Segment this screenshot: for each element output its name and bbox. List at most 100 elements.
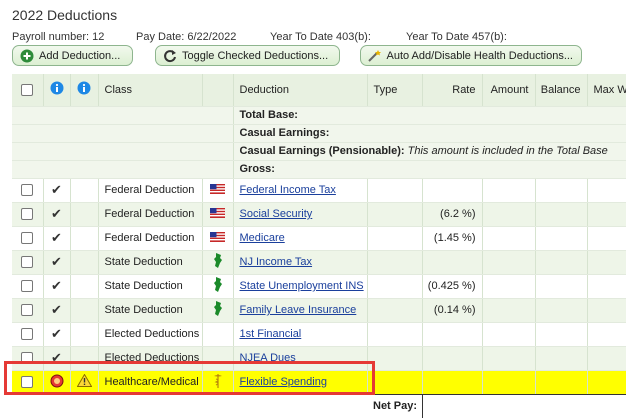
row-checkbox[interactable] (21, 280, 34, 293)
toggle-checked-label: Toggle Checked Deductions... (182, 49, 329, 62)
nj-state-icon (213, 253, 223, 271)
deduction-link[interactable]: Social Security (240, 208, 313, 220)
row-class: Federal Deduction (98, 226, 203, 251)
table-row[interactable]: ✔ Federal Deduction Federal Income Tax (12, 178, 626, 203)
deduction-link[interactable]: 1st Financial (240, 328, 302, 340)
info-icon[interactable] (70, 74, 99, 107)
table-row[interactable]: ✔ Federal Deduction Social Security (6.2… (12, 202, 626, 227)
row-checkbox[interactable] (21, 232, 34, 245)
auto-add-health-button[interactable]: Auto Add/Disable Health Deductions... (360, 45, 582, 66)
caduceus-icon (213, 374, 223, 391)
column-header-max[interactable]: Max W (587, 74, 626, 107)
pay-date-value: 6/22/2022 (187, 31, 237, 43)
us-flag-icon (210, 183, 225, 197)
nj-state-icon (213, 277, 223, 295)
toggle-checked-button[interactable]: Toggle Checked Deductions... (155, 45, 340, 66)
total-base-label: Total Base: (233, 106, 626, 125)
row-class: Healthcare/Medical (98, 370, 203, 395)
deduction-link[interactable]: Medicare (240, 232, 285, 244)
column-header-amount[interactable]: Amount (482, 74, 536, 107)
payroll-number-value: 12 (92, 31, 105, 43)
row-rate (422, 250, 483, 275)
row-rate: (6.2 %) (422, 202, 483, 227)
summary-row-casual-pension: Casual Earnings (Pensionable): This amou… (12, 142, 626, 161)
net-pay-label: Net Pay: (367, 394, 423, 418)
casual-pension-note: This amount is included in the Total Bas… (407, 145, 608, 157)
ytd-457b-label: Year To Date 457(b): (406, 31, 507, 43)
column-header-balance[interactable]: Balance (535, 74, 588, 107)
deduction-link[interactable]: NJ Income Tax (240, 256, 313, 268)
table-row[interactable]: ✔ State Deduction Family Leave Insurance… (12, 298, 626, 323)
row-checkbox[interactable] (21, 304, 34, 317)
us-flag-icon (210, 207, 225, 221)
row-checkbox[interactable] (21, 256, 34, 269)
nj-state-icon (213, 301, 223, 319)
row-class: Federal Deduction (98, 178, 203, 203)
summary-row-gross: Gross: (12, 160, 626, 179)
enabled-check-icon: ✔ (51, 326, 62, 341)
column-header-deduction[interactable]: Deduction (233, 74, 368, 107)
us-flag-icon (210, 231, 225, 245)
row-checkbox[interactable] (21, 352, 34, 365)
add-deduction-label: Add Deduction... (39, 49, 121, 62)
row-rate (422, 322, 483, 347)
enabled-check-icon: ✔ (51, 350, 62, 365)
table-row[interactable]: ✔ Elected Deductions NJEA Dues (12, 346, 626, 371)
enabled-check-icon: ✔ (51, 230, 62, 245)
row-class: Federal Deduction (98, 202, 203, 227)
column-header-type[interactable]: Type (367, 74, 423, 107)
table-row[interactable]: ✔ Federal Deduction Medicare (1.45 %) (12, 226, 626, 251)
column-header-rate[interactable]: Rate (422, 74, 483, 107)
row-rate (422, 346, 483, 371)
enabled-check-icon: ✔ (51, 206, 62, 221)
auto-add-health-label: Auto Add/Disable Health Deductions... (386, 49, 573, 62)
casual-earnings-label: Casual Earnings: (233, 124, 626, 143)
row-rate: (1.45 %) (422, 226, 483, 251)
row-rate (422, 370, 483, 395)
refresh-icon (162, 48, 177, 63)
pay-date-label: Pay Date: (136, 31, 185, 43)
payroll-number: Payroll number: 12 (12, 31, 104, 43)
plus-circle-icon (19, 48, 34, 63)
add-deduction-button[interactable]: Add Deduction... (12, 45, 133, 66)
enabled-check-icon: ✔ (51, 278, 62, 293)
row-rate: (0.425 %) (422, 274, 483, 299)
net-pay-row: Net Pay: (12, 394, 626, 418)
column-header-class[interactable]: Class (98, 74, 203, 107)
column-header-flag (202, 74, 234, 107)
deduction-link[interactable]: Flexible Spending (240, 376, 327, 388)
casual-pension-label: Casual Earnings (Pensionable): (239, 145, 405, 157)
enabled-check-icon: ✔ (51, 254, 62, 269)
table-header-row: Class Deduction Type Rate Amount Balance… (12, 74, 626, 107)
page-title: 2022 Deductions (12, 7, 118, 23)
enabled-check-icon: ✔ (51, 182, 62, 197)
row-rate: (0.14 %) (422, 298, 483, 323)
disabled-status-icon (50, 374, 64, 391)
info-icon[interactable] (43, 74, 71, 107)
ytd-403b-label: Year To Date 403(b): (270, 31, 371, 43)
row-rate (422, 178, 483, 203)
summary-row-total-base: Total Base: (12, 106, 626, 125)
deduction-link[interactable]: Family Leave Insurance (240, 304, 357, 316)
magic-wand-icon (367, 48, 382, 63)
row-class: Elected Deductions (98, 346, 203, 371)
deductions-table: Class Deduction Type Rate Amount Balance… (12, 74, 626, 418)
row-class: State Deduction (98, 274, 203, 299)
deduction-link[interactable]: NJEA Dues (240, 352, 296, 364)
row-class: Elected Deductions (98, 322, 203, 347)
table-row[interactable]: ✔ State Deduction NJ Income Tax (12, 250, 626, 275)
summary-row-casual-earnings: Casual Earnings: (12, 124, 626, 143)
deduction-link[interactable]: Federal Income Tax (240, 184, 336, 196)
table-row[interactable]: ✔ State Deduction State Unemployment INS… (12, 274, 626, 299)
select-all-checkbox[interactable] (12, 74, 44, 107)
row-checkbox[interactable] (21, 208, 34, 221)
gross-label: Gross: (233, 160, 626, 179)
table-row[interactable]: ✔ Elected Deductions 1st Financial (12, 322, 626, 347)
row-checkbox[interactable] (21, 328, 34, 341)
row-checkbox[interactable] (21, 376, 34, 389)
deduction-link[interactable]: State Unemployment INS (240, 280, 364, 292)
row-class: State Deduction (98, 298, 203, 323)
table-row-highlighted[interactable]: Healthcare/Medical Flexible Spending (12, 370, 626, 395)
row-checkbox[interactable] (21, 184, 34, 197)
payroll-number-label: Payroll number: (12, 31, 90, 43)
